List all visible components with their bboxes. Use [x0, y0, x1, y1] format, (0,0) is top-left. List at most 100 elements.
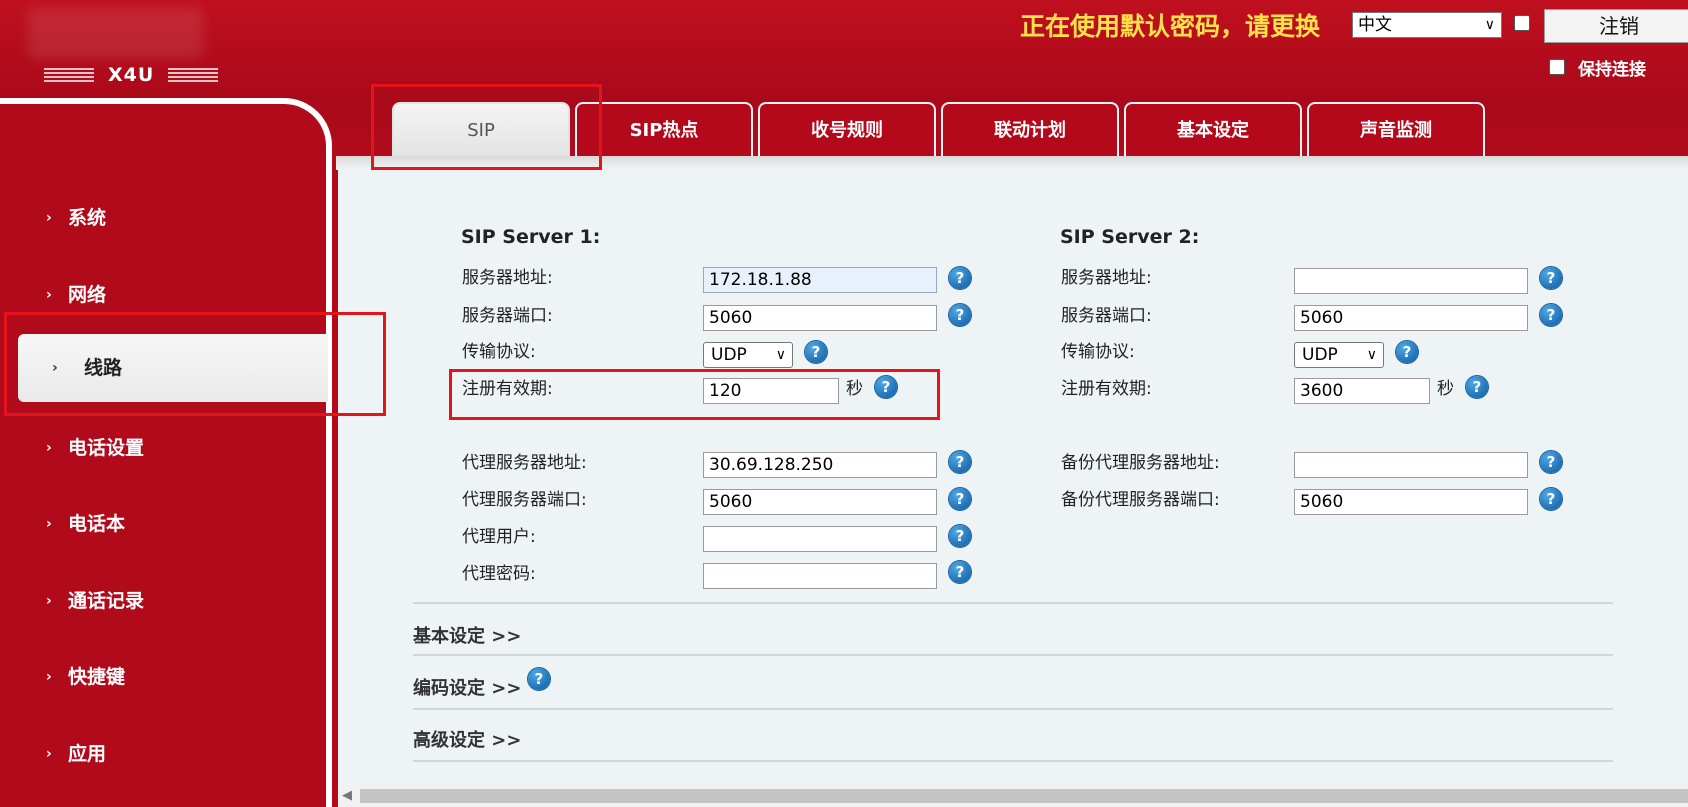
keep-connected-label: 保持连接: [1578, 60, 1646, 80]
s2-backup-proxy-port-label: 备份代理服务器端口:: [1061, 490, 1220, 510]
nav-arrow-icon: ›: [46, 440, 52, 456]
sidebar-item-label: 系统: [68, 207, 107, 229]
s2-backup-proxy-port-input[interactable]: 5060: [1294, 489, 1528, 515]
sip-server-1-title: SIP Server 1:: [461, 226, 601, 248]
section-basic-settings-label: 基本设定 >>: [413, 626, 522, 647]
language-select[interactable]: 中文 ∨: [1352, 12, 1502, 38]
sidebar-item-apps[interactable]: › 应用: [0, 734, 326, 774]
sidebar-item-phonebook[interactable]: › 电话本: [0, 504, 326, 544]
nav-arrow-icon: ›: [46, 746, 52, 762]
s2-backup-proxy-address-input[interactable]: [1294, 452, 1528, 478]
sidebar-item-label: 快捷键: [68, 666, 126, 688]
s1-transport-value: UDP: [711, 345, 747, 365]
tab-basic-settings[interactable]: 基本设定: [1124, 102, 1302, 158]
keep-connected-checkbox[interactable]: [1549, 59, 1565, 75]
logo-text: X4U: [108, 64, 155, 86]
s1-transport-select[interactable]: UDP ∨: [703, 342, 793, 368]
s1-proxy-port-label: 代理服务器端口:: [462, 490, 587, 510]
s2-server-port-label: 服务器端口:: [1061, 306, 1152, 326]
help-icon[interactable]: ?: [1540, 488, 1562, 510]
brand-logo: X4U: [30, 60, 232, 90]
tab-audio-monitor[interactable]: 声音监测: [1307, 102, 1485, 158]
sidebar-item-label: 应用: [68, 743, 107, 765]
help-icon[interactable]: ?: [949, 525, 971, 547]
s2-server-address-input[interactable]: [1294, 268, 1528, 294]
sidebar-item-network[interactable]: › 网络: [0, 275, 326, 315]
s1-transport-label: 传输协议:: [462, 342, 536, 362]
help-icon[interactable]: ?: [949, 561, 971, 583]
help-icon[interactable]: ?: [1540, 267, 1562, 289]
s2-server-port-input[interactable]: 5060: [1294, 305, 1528, 331]
sidebar-item-label: 电话设置: [68, 437, 145, 459]
s2-transport-value: UDP: [1302, 345, 1338, 365]
nav-arrow-icon: ›: [46, 210, 52, 226]
help-icon[interactable]: ?: [528, 668, 550, 690]
s1-proxy-password-label: 代理密码:: [462, 564, 536, 584]
help-icon[interactable]: ?: [1466, 376, 1488, 398]
section-divider: [413, 654, 1613, 656]
s2-backup-proxy-address-label: 备份代理服务器地址:: [1061, 453, 1220, 473]
language-value: 中文: [1358, 15, 1392, 35]
sidebar-item-call-log[interactable]: › 通话记录: [0, 581, 326, 621]
horizontal-scrollbar[interactable]: ◀: [338, 785, 1688, 807]
sidebar-item-shortcuts[interactable]: › 快捷键: [0, 657, 326, 697]
logo-lines-left: [44, 68, 94, 82]
default-password-warning: 正在使用默认密码，请更换: [1020, 12, 1321, 41]
help-icon[interactable]: ?: [949, 304, 971, 326]
help-icon[interactable]: ?: [1396, 341, 1418, 363]
s1-proxy-port-input[interactable]: 5060: [703, 489, 937, 515]
tab-linkage-plan[interactable]: 联动计划: [941, 102, 1119, 158]
logo-lines-right: [168, 68, 219, 82]
section-codec-settings-label: 编码设定 >>: [413, 678, 522, 699]
s2-registration-expiry-input[interactable]: 3600: [1294, 378, 1430, 404]
section-divider: [413, 708, 1613, 710]
section-divider: [413, 760, 1613, 762]
tab-dial-rules[interactable]: 收号规则: [758, 102, 936, 158]
sip-server-2-title: SIP Server 2:: [1060, 226, 1200, 248]
s2-server-address-label: 服务器地址:: [1061, 268, 1152, 288]
sidebar-item-label: 电话本: [68, 513, 126, 535]
nav-arrow-icon: ›: [46, 669, 52, 685]
header-checkbox[interactable]: [1514, 15, 1530, 31]
highlight-box-sip-tab: [371, 84, 602, 170]
nav-arrow-icon: ›: [46, 516, 52, 532]
scroll-left-icon[interactable]: ◀: [342, 785, 352, 807]
main-content: SIP Server 1: 服务器地址: 172.18.1.88 ? 服务器端口…: [338, 170, 1688, 785]
section-divider: [413, 602, 1613, 604]
sidebar-item-label: 网络: [68, 284, 107, 306]
s2-registration-expiry-label: 注册有效期:: [1061, 379, 1152, 399]
sidebar-item-label: 通话记录: [68, 590, 145, 612]
section-advanced-settings-label: 高级设定 >>: [413, 730, 522, 751]
s1-proxy-user-input[interactable]: [703, 526, 937, 552]
highlight-box-registration-expiry: [449, 369, 940, 420]
nav-arrow-icon: ›: [46, 287, 52, 303]
s1-server-port-input[interactable]: 5060: [703, 305, 937, 331]
help-icon[interactable]: ?: [949, 488, 971, 510]
s1-proxy-address-label: 代理服务器地址:: [462, 453, 587, 473]
s1-proxy-address-input[interactable]: 30.69.128.250: [703, 452, 937, 478]
help-icon[interactable]: ?: [805, 341, 827, 363]
help-icon[interactable]: ?: [949, 267, 971, 289]
s1-server-port-label: 服务器端口:: [462, 306, 553, 326]
s2-transport-select[interactable]: UDP ∨: [1294, 342, 1384, 368]
help-icon[interactable]: ?: [949, 451, 971, 473]
help-icon[interactable]: ?: [1540, 451, 1562, 473]
s2-seconds-unit: 秒: [1437, 379, 1454, 399]
sidebar-item-system[interactable]: › 系统: [0, 198, 326, 238]
sidebar-item-phone-settings[interactable]: › 电话设置: [0, 428, 326, 468]
logout-button[interactable]: 注销: [1544, 9, 1688, 43]
blurred-logo: [28, 8, 203, 58]
chevron-down-icon: ∨: [1366, 347, 1377, 363]
nav-arrow-icon: ›: [46, 593, 52, 609]
sidebar: › 系统 › 网络 › 线路 › 电话设置 › 电话本 › 通话记录 › 快捷键…: [0, 98, 332, 807]
s1-proxy-password-input[interactable]: [703, 563, 937, 589]
scrollbar-thumb[interactable]: [360, 789, 1688, 803]
help-icon[interactable]: ?: [1540, 304, 1562, 326]
s1-proxy-user-label: 代理用户:: [462, 527, 536, 547]
s1-server-address-input[interactable]: 172.18.1.88: [703, 267, 937, 293]
s2-transport-label: 传输协议:: [1061, 342, 1135, 362]
s1-server-address-label: 服务器地址:: [462, 268, 553, 288]
chevron-down-icon: ∨: [1484, 17, 1495, 33]
chevron-down-icon: ∨: [775, 347, 786, 363]
highlight-box-lines-nav: [4, 312, 386, 416]
